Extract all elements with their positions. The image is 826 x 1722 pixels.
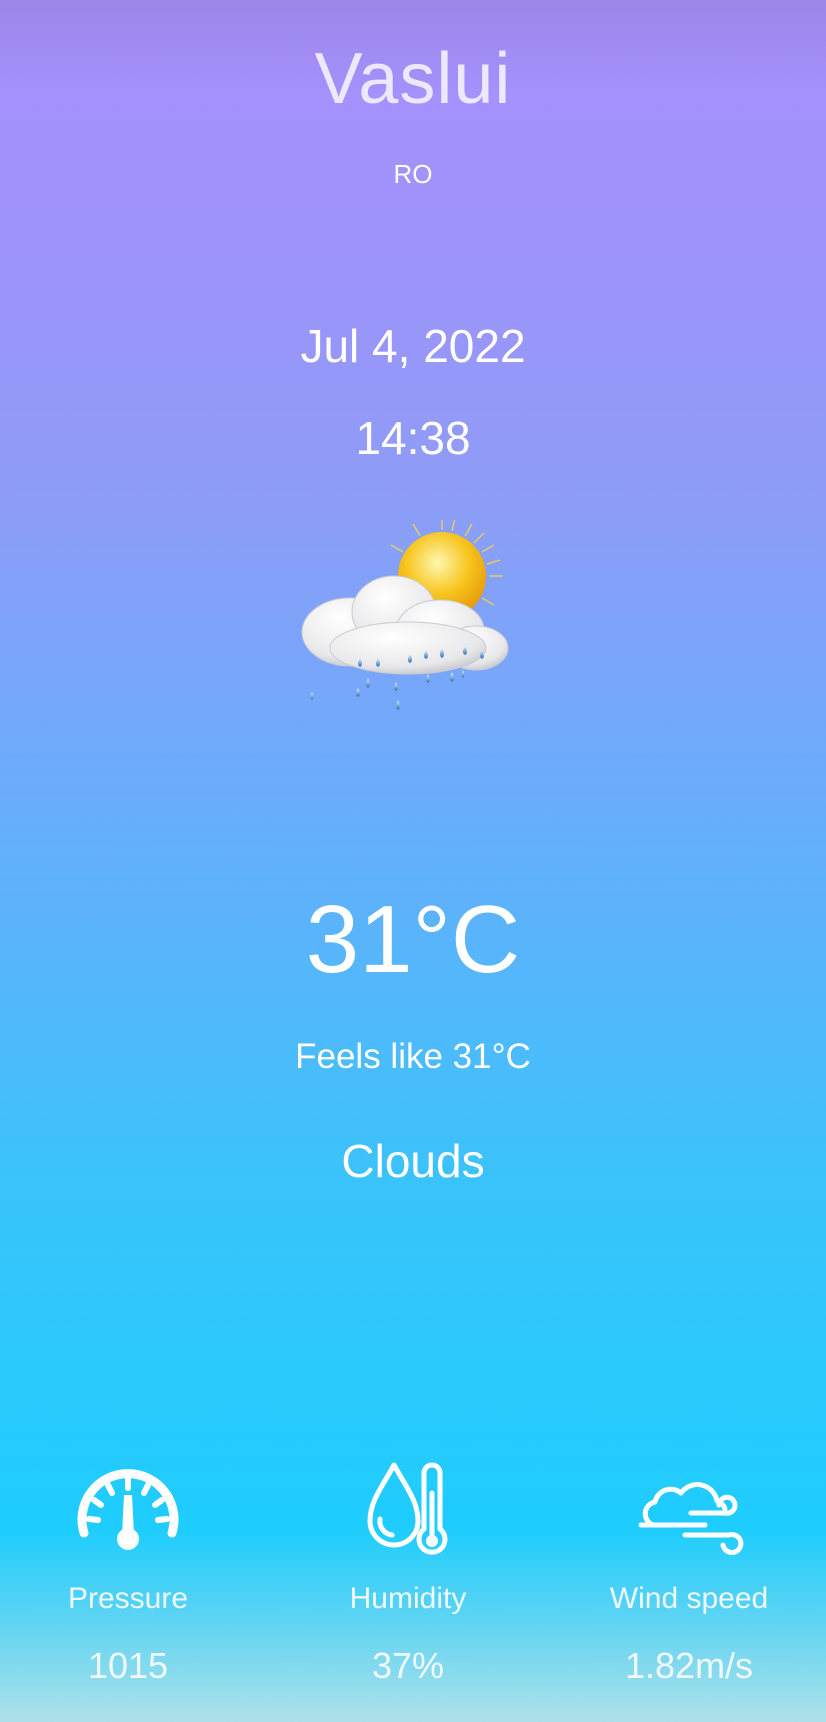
pressure-value: 1015 — [87, 1645, 169, 1686]
humidity-drop-thermometer-icon — [367, 1462, 448, 1555]
humidity-stat: Humidity 37% — [270, 1455, 546, 1687]
wind-speed-label: Wind speed — [609, 1582, 769, 1615]
pressure-gauge-icon — [77, 1469, 179, 1550]
wind-stat: Wind speed 1.82m/s — [551, 1455, 826, 1687]
wind-speed-value: 1.82m/s — [624, 1645, 754, 1686]
current-date: Jul 4, 2022 — [300, 320, 526, 372]
humidity-value: 37% — [371, 1645, 445, 1686]
feels-like: Feels like 31°C — [295, 1037, 531, 1076]
weather-condition: Clouds — [341, 1135, 485, 1187]
pressure-label: Pressure — [67, 1582, 189, 1615]
wind-cloud-icon — [638, 1482, 744, 1556]
humidity-label: Humidity — [349, 1582, 467, 1615]
current-time: 14:38 — [355, 412, 471, 464]
sun-cloud-rain-icon — [301, 520, 509, 710]
country-code: RO — [393, 159, 433, 189]
pressure-stat: Pressure 1015 — [0, 1455, 266, 1687]
city-name: Vaslui — [314, 39, 512, 119]
temperature: 31°C — [305, 886, 521, 993]
